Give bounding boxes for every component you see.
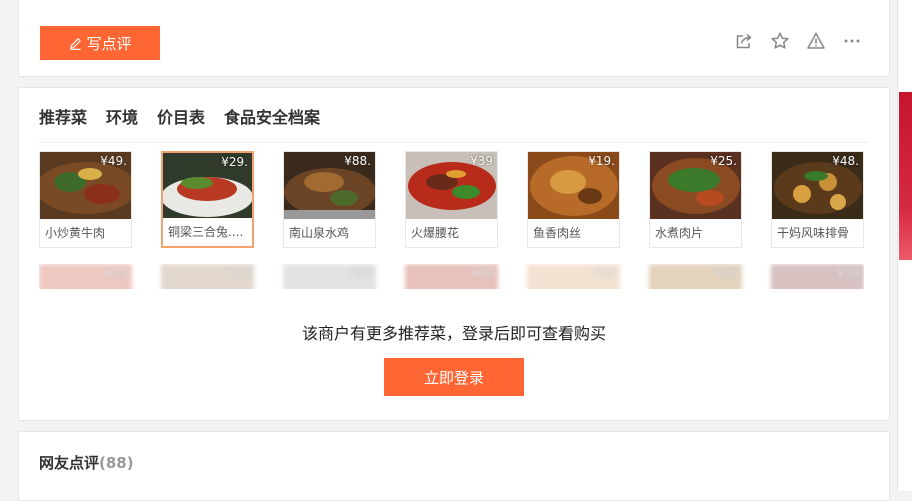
dish-tabs: 推荐菜 环境 价目表 食品安全档案 bbox=[39, 106, 869, 155]
dish-price: ¥19. bbox=[588, 154, 615, 168]
dish-card-blurred: ¥15 bbox=[527, 264, 620, 289]
dish-price: ¥29. bbox=[221, 155, 248, 169]
dish-name: 火爆腰花 bbox=[411, 226, 460, 240]
dish-card[interactable]: ¥29. 铜梁三合兔.... bbox=[161, 151, 254, 248]
dish-card-blurred: ¥89 bbox=[39, 264, 132, 289]
reviews-count: (88) bbox=[99, 454, 134, 472]
more-icon[interactable] bbox=[841, 30, 863, 52]
dish-row-locked: ¥89 ¥28 ¥20 ¥68 ¥15 ¥19 ¥18 bbox=[39, 264, 864, 289]
dish-card-blurred: ¥28 bbox=[161, 264, 254, 289]
tab-recommended[interactable]: 推荐菜 bbox=[39, 106, 88, 155]
dish-name: 干妈风味排骨 bbox=[777, 226, 850, 240]
dish-card[interactable]: ¥48. 干妈风味排骨 bbox=[771, 151, 864, 248]
side-banner[interactable] bbox=[899, 92, 912, 260]
warning-icon[interactable] bbox=[805, 30, 827, 52]
dish-price: ¥88. bbox=[344, 154, 371, 168]
write-review-button[interactable]: 写点评 bbox=[40, 26, 160, 60]
dish-price: ¥18 bbox=[837, 266, 860, 280]
dish-name: 小炒黄牛肉 bbox=[45, 226, 106, 240]
dish-price: ¥48. bbox=[832, 154, 859, 168]
dish-row: ¥49. 小炒黄牛肉 ¥29. 铜梁三合兔.... ¥88. 南山泉水鸡 ¥39… bbox=[39, 151, 864, 248]
dish-price: ¥49. bbox=[100, 154, 127, 168]
dish-price: ¥68 bbox=[471, 266, 494, 280]
dish-card[interactable]: ¥25. 水煮肉片 bbox=[649, 151, 742, 248]
dish-price: ¥15 bbox=[593, 266, 616, 280]
dish-card-blurred: ¥20 bbox=[283, 264, 376, 289]
tab-food-safety[interactable]: 食品安全档案 bbox=[224, 106, 320, 142]
write-review-label: 写点评 bbox=[86, 34, 132, 53]
dish-card-blurred: ¥19 bbox=[649, 264, 742, 289]
dish-price: ¥19 bbox=[715, 266, 738, 280]
dish-price: ¥25. bbox=[710, 154, 737, 168]
reviews-heading: 网友点评(88) bbox=[39, 452, 134, 473]
dish-card-blurred: ¥68 bbox=[405, 264, 498, 289]
dish-card[interactable]: ¥88. 南山泉水鸡 bbox=[283, 151, 376, 248]
dish-price: ¥39 bbox=[470, 154, 493, 168]
star-icon[interactable] bbox=[769, 30, 791, 52]
tab-environment[interactable]: 环境 bbox=[106, 106, 138, 142]
dish-card[interactable]: ¥19. 鱼香肉丝 bbox=[527, 151, 620, 248]
dish-name: 铜梁三合兔.... bbox=[168, 225, 244, 239]
dish-card[interactable]: ¥49. 小炒黄牛肉 bbox=[39, 151, 132, 248]
reviews-title: 网友点评 bbox=[39, 454, 100, 472]
login-prompt-text: 该商户有更多推荐菜，登录后即可查看购买 bbox=[301, 324, 606, 343]
dish-name: 水煮肉片 bbox=[655, 226, 704, 240]
login-button[interactable]: 立即登录 bbox=[384, 358, 524, 396]
dish-name: 南山泉水鸡 bbox=[289, 226, 350, 240]
dish-price: ¥28 bbox=[227, 266, 250, 280]
dish-card[interactable]: ¥39 火爆腰花 bbox=[405, 151, 498, 248]
dish-price: ¥20 bbox=[349, 266, 372, 280]
pencil-icon bbox=[70, 37, 82, 50]
recommended-dishes-panel: 推荐菜 环境 价目表 食品安全档案 ¥49. 小炒黄牛肉 ¥29. 铜梁三合兔.… bbox=[18, 87, 890, 421]
dish-name: 鱼香肉丝 bbox=[533, 226, 582, 240]
share-icon[interactable] bbox=[733, 30, 755, 52]
dish-card-blurred: ¥18 bbox=[771, 264, 864, 289]
tab-price-list[interactable]: 价目表 bbox=[157, 106, 205, 142]
dish-price: ¥89 bbox=[105, 266, 128, 280]
action-bar: 写点评 bbox=[18, 0, 890, 77]
